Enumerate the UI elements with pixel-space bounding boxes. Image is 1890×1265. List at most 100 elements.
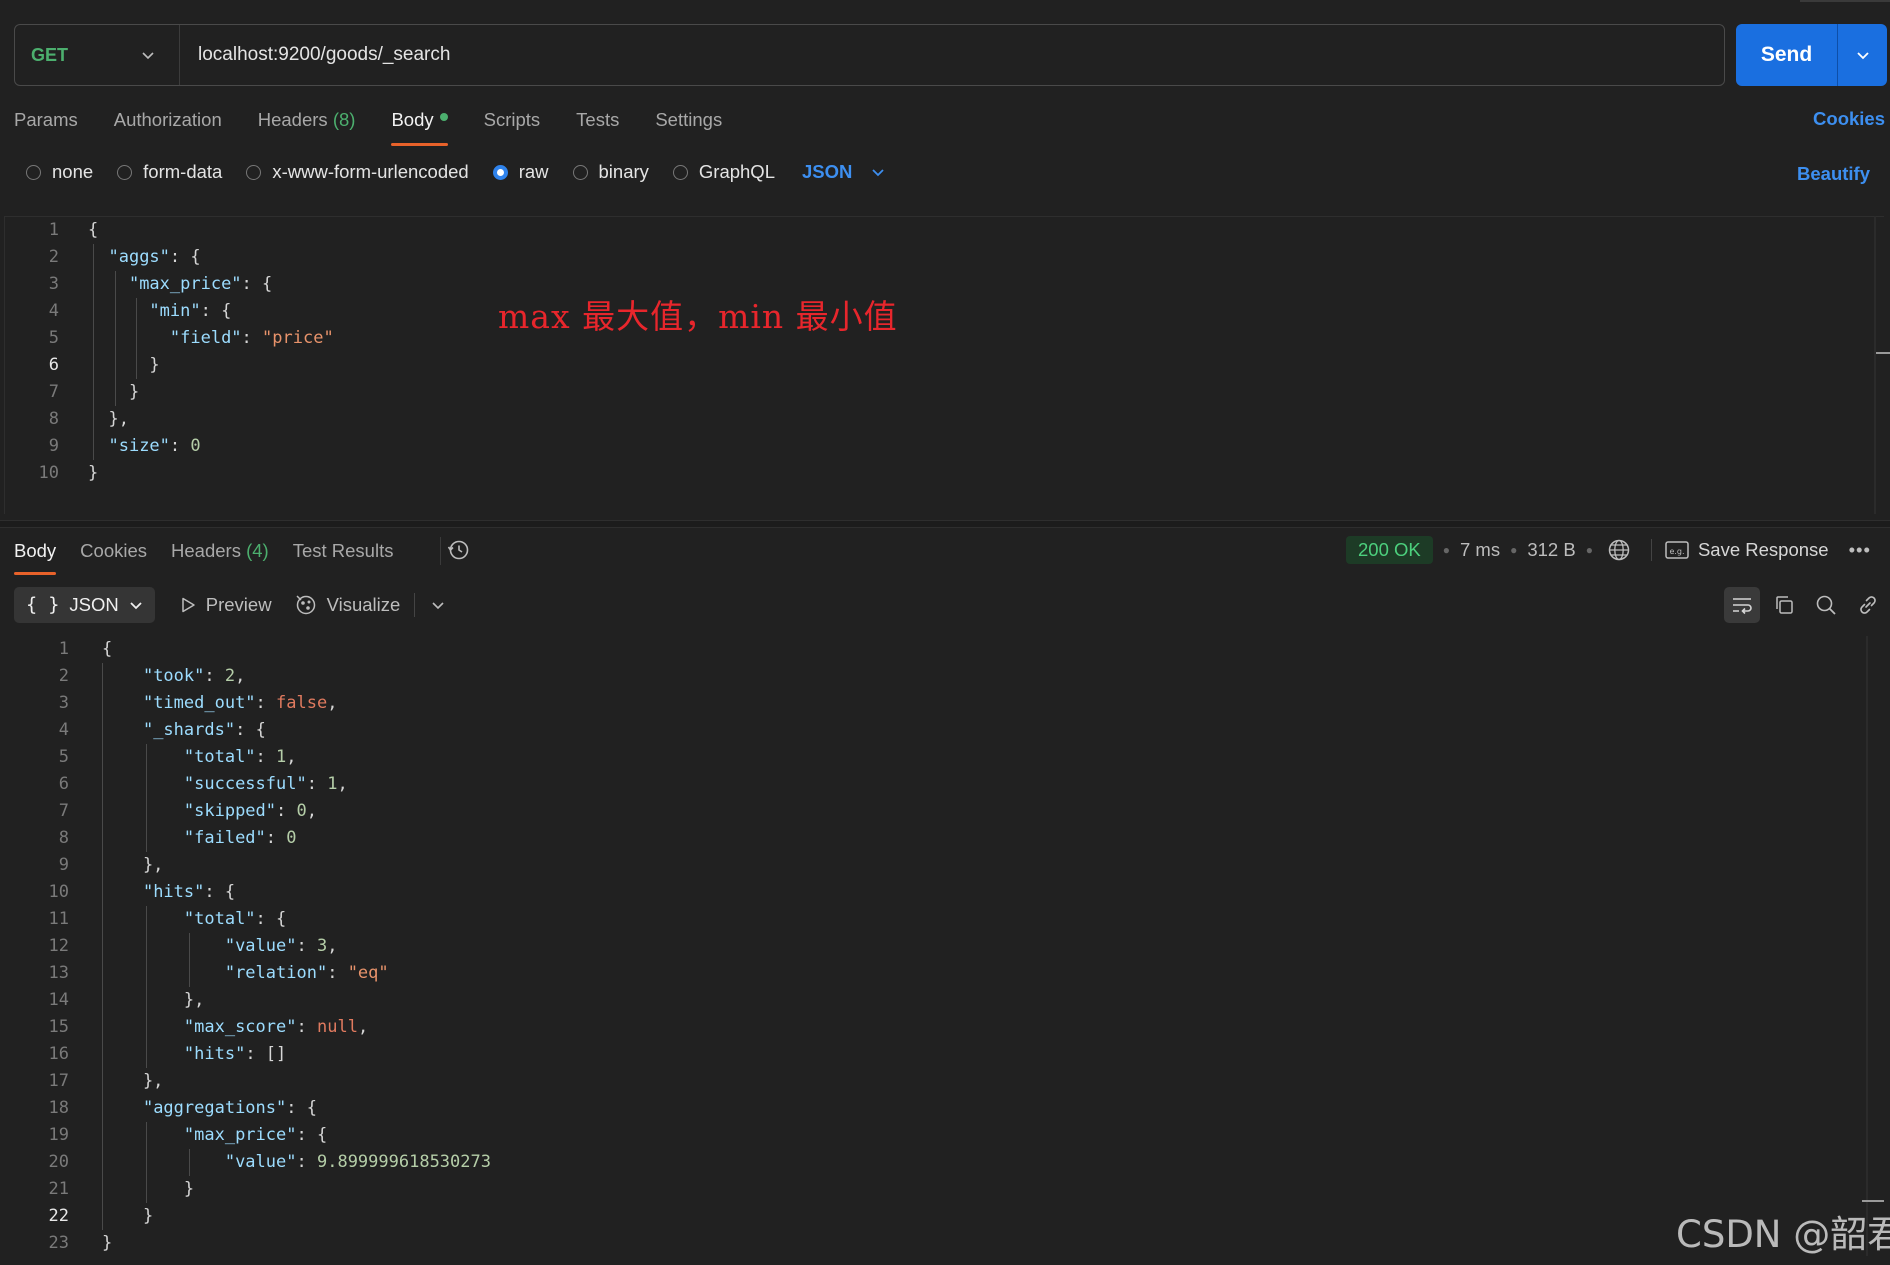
request-tabs: Params Authorization Headers (8) Body Sc…: [14, 106, 758, 146]
code-text: },: [88, 409, 129, 429]
wrap-lines-button[interactable]: [1724, 587, 1760, 623]
body-language-select[interactable]: JSON: [802, 161, 886, 183]
code-line: 7 }: [5, 379, 139, 406]
tab-response-body[interactable]: Body: [14, 537, 57, 575]
method-select[interactable]: GET: [15, 25, 180, 85]
response-time[interactable]: 7 ms: [1460, 539, 1500, 561]
history-button[interactable]: [440, 537, 469, 565]
url-input[interactable]: localhost:9200/goods/_search: [180, 44, 450, 66]
send-button[interactable]: Send: [1736, 43, 1837, 67]
code-text: "field": "price": [169, 328, 334, 348]
code-line: 22 }: [0, 1203, 154, 1230]
response-size[interactable]: 312 B: [1527, 539, 1575, 561]
pane-divider[interactable]: [0, 520, 1890, 528]
code-line: 8 },: [5, 406, 129, 433]
indent-guide: [146, 906, 147, 1068]
tab-response-headers[interactable]: Headers (4): [171, 537, 269, 575]
code-text: },: [102, 855, 164, 875]
status-badge[interactable]: 200 OK: [1346, 536, 1433, 564]
preview-button[interactable]: Preview: [179, 594, 272, 616]
toolbar-divider: [1650, 539, 1652, 561]
radio-icon: [117, 164, 133, 180]
response-meta: 200 OK ● 7 ms ● 312 B ● e.g. Save Respon…: [1346, 535, 1871, 565]
line-number: 5: [48, 328, 59, 348]
code-text: "timed_out": false,: [142, 693, 338, 713]
request-scrollbar[interactable]: [1874, 216, 1876, 514]
send-options-button[interactable]: [1837, 24, 1887, 86]
code-text: "successful": 1,: [183, 774, 348, 794]
radio-none[interactable]: none: [26, 161, 93, 183]
response-body-viewer[interactable]: 1{2 "took": 2, 3 "timed_out": false, 4 "_s…: [0, 636, 1870, 1256]
code-text: }: [88, 463, 99, 483]
line-number: 6: [48, 355, 59, 375]
response-format-select[interactable]: { } JSON: [14, 587, 155, 623]
tab-response-cookies[interactable]: Cookies: [80, 537, 147, 575]
code-line: 13 "relation": "eq": [0, 960, 389, 987]
preview-label: Preview: [205, 594, 272, 615]
tab-settings[interactable]: Settings: [655, 106, 722, 146]
code-text: "skipped": 0,: [183, 801, 318, 821]
body-modified-dot: [439, 113, 448, 122]
tab-tests[interactable]: Tests: [576, 106, 619, 146]
history-icon: [447, 540, 469, 560]
save-response-label: Save Response: [1697, 539, 1829, 560]
example-icon: e.g.: [1665, 541, 1689, 559]
request-body-editor[interactable]: 1{2 "aggs": {3 "max_price": {4 "min": {5…: [4, 216, 1884, 514]
search-button[interactable]: [1808, 587, 1844, 623]
tab-body[interactable]: Body: [391, 106, 448, 146]
code-line: 11 "total": {: [0, 906, 287, 933]
response-actions: [1724, 587, 1890, 623]
tab-label: Body: [391, 109, 434, 130]
save-response-button[interactable]: e.g. Save Response: [1664, 539, 1829, 561]
response-scrollbar[interactable]: [1866, 636, 1868, 1256]
radio-selected-icon: [492, 164, 508, 180]
line-number: 15: [48, 1017, 69, 1037]
code-line: 21 }: [0, 1176, 195, 1203]
code-text: {: [102, 639, 113, 659]
wrap-lines-icon: [1733, 598, 1752, 615]
indent-guide: [115, 271, 116, 406]
copy-button[interactable]: [1766, 587, 1802, 623]
line-number: 9: [58, 855, 69, 875]
code-text: },: [102, 1071, 164, 1091]
code-text: }: [102, 1179, 195, 1199]
radio-x-www-form-urlencoded[interactable]: x-www-form-urlencoded: [246, 161, 469, 183]
line-number: 12: [48, 936, 69, 956]
line-number: 9: [48, 436, 59, 456]
chevron-down-icon: [872, 169, 885, 177]
code-text: }: [102, 1206, 154, 1226]
globe-icon[interactable]: [1607, 538, 1631, 562]
chevron-down-icon[interactable]: [429, 596, 447, 614]
method-label: GET: [31, 44, 69, 65]
code-text: "min": {: [149, 301, 232, 321]
radio-icon: [246, 164, 262, 180]
code-text: "total": 1,: [183, 747, 297, 767]
radio-binary[interactable]: binary: [572, 161, 649, 183]
beautify-button[interactable]: Beautify: [1797, 163, 1870, 185]
tab-scripts[interactable]: Scripts: [484, 106, 541, 146]
more-options-icon[interactable]: •••: [1849, 539, 1871, 561]
tab-authorization[interactable]: Authorization: [114, 106, 222, 146]
visualize-label: Visualize: [326, 594, 401, 615]
line-number: 2: [48, 247, 59, 267]
tab-label: Scripts: [483, 109, 541, 130]
radio-form-data[interactable]: form-data: [117, 161, 222, 183]
cookies-link[interactable]: Cookies: [1813, 108, 1885, 130]
language-label: JSON: [802, 161, 853, 182]
line-number: 1: [58, 639, 69, 659]
radio-raw[interactable]: raw: [492, 161, 549, 183]
copy-link-button[interactable]: [1850, 587, 1886, 623]
send-button-group: Send: [1736, 24, 1887, 86]
radio-icon: [572, 164, 588, 180]
code-line: 5 "field": "price": [5, 325, 334, 352]
search-icon: [1816, 595, 1836, 615]
tab-headers[interactable]: Headers (8): [258, 106, 356, 146]
play-icon: [182, 597, 195, 613]
tab-params[interactable]: Params: [14, 106, 78, 146]
tab-test-results[interactable]: Test Results: [293, 537, 394, 575]
radio-label: raw: [518, 161, 549, 182]
radio-graphql[interactable]: GraphQL: [672, 161, 775, 183]
line-number: 13: [48, 963, 69, 983]
line-number: 17: [48, 1071, 69, 1091]
visualize-button[interactable]: Visualize: [294, 593, 401, 617]
